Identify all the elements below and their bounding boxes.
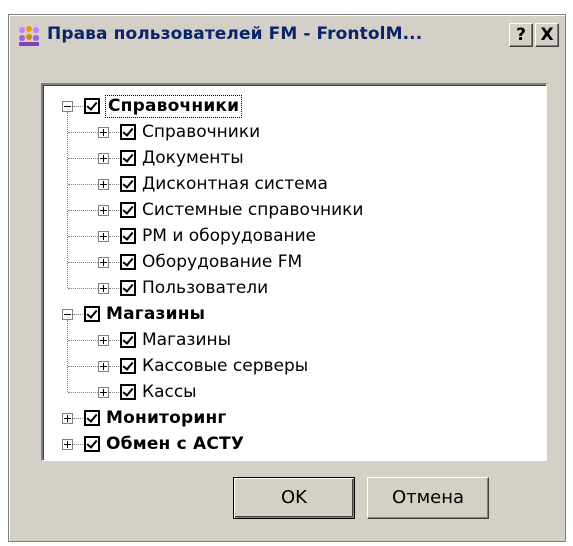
group-checkbox[interactable] xyxy=(84,98,100,114)
tree-node-group[interactable]: Обмен с АСТУ xyxy=(44,434,544,460)
permissions-tree[interactable]: Справочники Справочники Документы Дисконтна… xyxy=(41,83,547,461)
collapse-icon[interactable] xyxy=(62,101,73,112)
item-checkbox[interactable] xyxy=(120,358,136,374)
tree-node-item[interactable]: РМ и оборудование xyxy=(44,226,544,252)
item-label: Пользователи xyxy=(142,278,269,298)
tree-node-item[interactable]: Кассы xyxy=(44,382,544,408)
expand-icon[interactable] xyxy=(98,205,109,216)
group-checkbox[interactable] xyxy=(84,306,100,322)
item-checkbox[interactable] xyxy=(120,202,136,218)
expand-icon[interactable] xyxy=(62,413,73,424)
tree-node-item[interactable]: Кассовые серверы xyxy=(44,356,544,382)
item-label: Дисконтная система xyxy=(142,174,328,194)
expand-icon[interactable] xyxy=(98,283,109,294)
tree-node-group[interactable]: Мониторинг xyxy=(44,408,544,434)
expand-icon[interactable] xyxy=(98,127,109,138)
group-label: Мониторинг xyxy=(106,408,227,428)
item-label: Оборудование FM xyxy=(142,252,303,272)
tree-node-item[interactable]: Магазины xyxy=(44,330,544,356)
item-checkbox[interactable] xyxy=(120,332,136,348)
close-button[interactable]: X xyxy=(535,23,559,47)
expand-icon[interactable] xyxy=(98,153,109,164)
tree-node-item[interactable]: Дисконтная система xyxy=(44,174,544,200)
item-checkbox[interactable] xyxy=(120,254,136,270)
item-checkbox[interactable] xyxy=(120,280,136,296)
item-label: Документы xyxy=(142,148,244,168)
expand-icon[interactable] xyxy=(62,439,73,450)
permissions-dialog: Права пользователей FM - FrontolM... ? X… xyxy=(8,14,566,542)
group-label: Обмен с АСТУ xyxy=(106,434,245,454)
expand-icon[interactable] xyxy=(98,231,109,242)
item-checkbox[interactable] xyxy=(120,384,136,400)
item-label: Системные справочники xyxy=(142,200,364,220)
tree-node-group[interactable]: Справочники xyxy=(44,95,544,122)
expand-icon[interactable] xyxy=(98,257,109,268)
group-label: Справочники xyxy=(104,95,243,118)
item-label: Магазины xyxy=(142,330,232,350)
item-checkbox[interactable] xyxy=(120,176,136,192)
item-checkbox[interactable] xyxy=(120,228,136,244)
users-icon xyxy=(19,26,39,46)
tree-node-item[interactable]: Системные справочники xyxy=(44,200,544,226)
expand-icon[interactable] xyxy=(98,361,109,372)
ok-button[interactable]: OK xyxy=(233,477,355,519)
group-checkbox[interactable] xyxy=(84,410,100,426)
title-bar[interactable]: Права пользователей FM - FrontolM... ? X xyxy=(11,17,563,53)
expand-icon[interactable] xyxy=(98,335,109,346)
expand-icon[interactable] xyxy=(98,179,109,190)
group-checkbox[interactable] xyxy=(84,436,100,452)
tree-node-item[interactable]: Пользователи xyxy=(44,278,544,304)
tree-node-group[interactable]: Магазины xyxy=(44,304,544,330)
collapse-icon[interactable] xyxy=(62,309,73,320)
group-label: Магазины xyxy=(106,304,206,324)
item-label: РМ и оборудование xyxy=(142,226,317,246)
expand-icon[interactable] xyxy=(98,387,109,398)
tree-node-item[interactable]: Документы xyxy=(44,148,544,174)
help-button[interactable]: ? xyxy=(509,23,533,47)
item-label: Кассы xyxy=(142,382,197,402)
window-title: Права пользователей FM - FrontolM... xyxy=(47,24,423,44)
item-label: Кассовые серверы xyxy=(142,356,309,376)
tree-node-item[interactable]: Оборудование FM xyxy=(44,252,544,278)
item-checkbox[interactable] xyxy=(120,150,136,166)
item-label: Справочники xyxy=(142,122,261,142)
tree-node-item[interactable]: Справочники xyxy=(44,122,544,148)
item-checkbox[interactable] xyxy=(120,124,136,140)
cancel-button[interactable]: Отмена xyxy=(367,477,489,519)
